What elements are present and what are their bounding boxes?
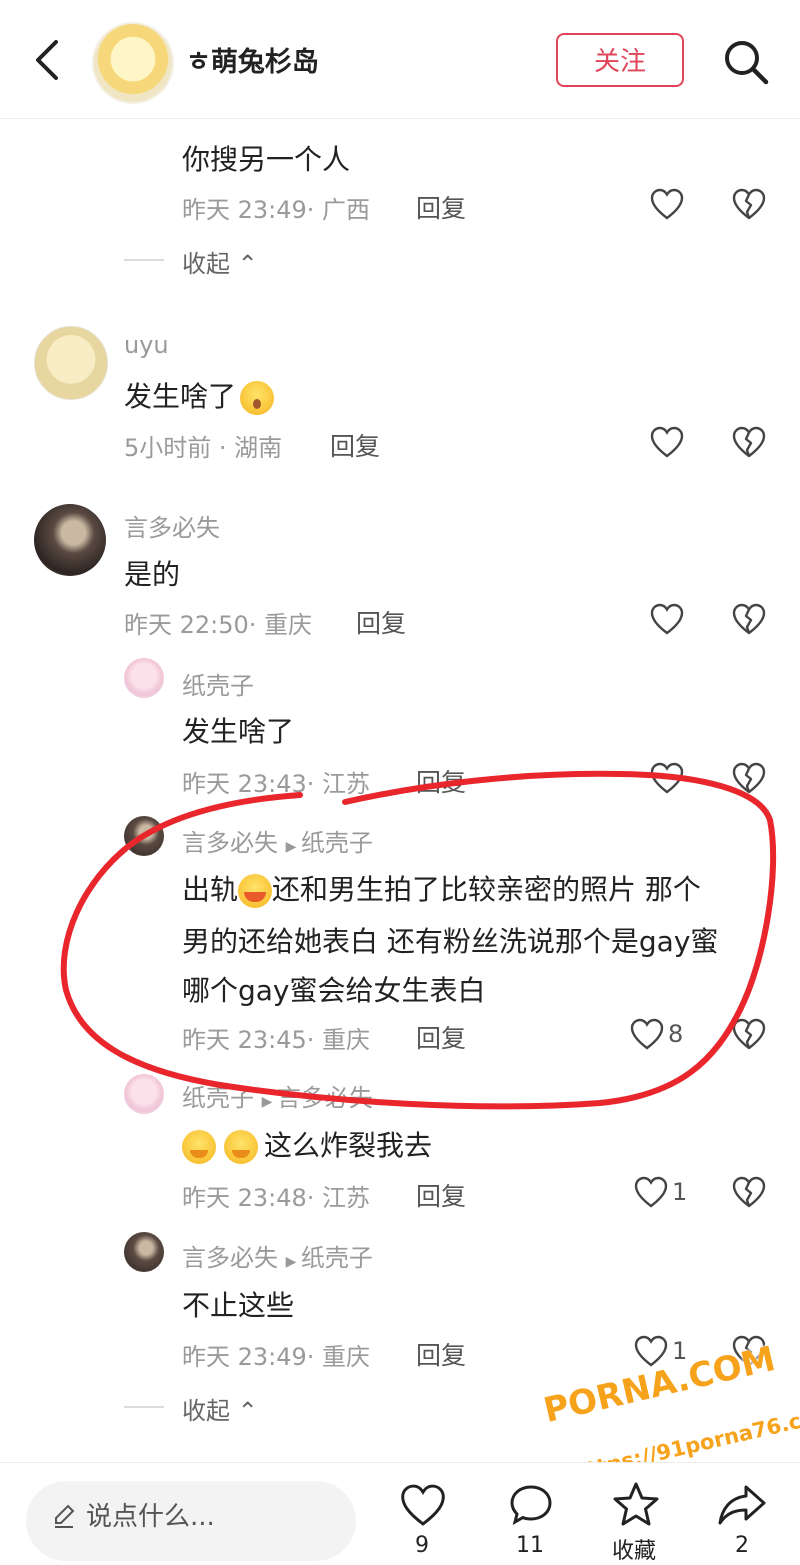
reply-header: 纸壳子 ▶ 言多必失 <box>182 1078 373 1113</box>
comment-username[interactable]: 纸壳子 <box>182 1084 254 1112</box>
search-icon[interactable] <box>722 38 770 86</box>
comment-text: 是的 <box>124 558 181 591</box>
reply-header: 言多必失 ▶ 纸壳子 <box>182 1238 373 1273</box>
collapse-button[interactable]: 收起 ⌃ <box>182 244 258 279</box>
comment-text: 发生啥了 <box>182 715 295 748</box>
sweat-emoji-icon <box>238 874 273 908</box>
divider <box>124 1406 164 1408</box>
author-name[interactable]: ㅎ萌兔杉岛 <box>186 40 319 79</box>
back-icon[interactable] <box>30 38 70 82</box>
share-icon[interactable] <box>716 1483 768 1531</box>
comment-username[interactable]: uyu <box>124 331 169 359</box>
user-avatar[interactable] <box>124 658 164 698</box>
chevron-up-icon: ⌃ <box>237 250 258 278</box>
reply-button[interactable]: 回复 <box>416 1177 466 1213</box>
reply-arrow-icon: ▶ <box>285 839 301 855</box>
dislike-icon[interactable] <box>732 188 766 220</box>
user-avatar[interactable] <box>124 1232 164 1272</box>
comment-text-line: 哪个gay蜜会给女生表白 <box>182 974 486 1007</box>
reply-button[interactable]: 回复 <box>416 1019 466 1055</box>
dislike-icon[interactable] <box>732 426 766 458</box>
comment-meta: 昨天 23:43· 江苏 <box>182 770 371 798</box>
like-icon[interactable] <box>630 1018 664 1050</box>
follow-button[interactable]: 关注 <box>556 33 684 87</box>
author-avatar[interactable] <box>92 22 174 104</box>
comment-text-line: 男的还给她表白 还有粉丝洗说那个是gay蜜 <box>182 925 719 958</box>
reply-arrow-icon: ▶ <box>261 1094 277 1110</box>
reply-to-username[interactable]: 纸壳子 <box>301 1244 373 1272</box>
comment-username[interactable]: 言多必失 <box>124 508 220 543</box>
divider <box>124 259 164 261</box>
reply-arrow-icon: ▶ <box>285 1254 301 1270</box>
reply-button[interactable]: 回复 <box>416 189 466 225</box>
reply-button[interactable]: 回复 <box>416 763 466 799</box>
pencil-icon <box>52 1503 76 1533</box>
like-icon[interactable] <box>400 1483 446 1531</box>
reply-button[interactable]: 回复 <box>416 1336 466 1372</box>
comment-input-placeholder[interactable]: 说点什么... <box>86 1496 215 1533</box>
comment-icon[interactable] <box>508 1483 554 1531</box>
comment-meta: 昨天 23:49· 广西 <box>182 196 371 224</box>
crying-emoji-icon <box>182 1130 216 1164</box>
reply-header: 言多必失 ▶ 纸壳子 <box>182 823 373 858</box>
star-icon[interactable] <box>612 1481 660 1531</box>
comment-meta: 昨天 23:45· 重庆 <box>182 1026 371 1054</box>
reply-button[interactable]: 回复 <box>356 604 406 640</box>
comment-username[interactable]: 言多必失 <box>182 1244 278 1272</box>
collapse-button[interactable]: 收起 ⌃ <box>182 1391 258 1426</box>
comment-text: 这么炸裂我去 <box>182 1124 432 1164</box>
comment-text: 你搜另一个人 <box>182 143 351 176</box>
like-icon[interactable] <box>650 188 684 220</box>
shocked-emoji-icon <box>240 381 275 415</box>
top-navbar: ㅎ萌兔杉岛 关注 <box>0 0 800 119</box>
comment-text: 不止这些 <box>182 1289 295 1322</box>
user-avatar[interactable] <box>34 326 108 400</box>
reply-to-username[interactable]: 言多必失 <box>277 1084 373 1112</box>
user-avatar[interactable] <box>124 1074 164 1114</box>
like-icon[interactable] <box>634 1335 668 1367</box>
reply-button[interactable]: 回复 <box>330 427 380 463</box>
user-avatar[interactable] <box>124 816 164 856</box>
comment-username[interactable]: 纸壳子 <box>182 666 254 701</box>
comment-meta: 昨天 22:50· 重庆 <box>124 611 313 639</box>
bottom-action-bar: 说点什么... 9 11 收藏 2 <box>0 1462 800 1564</box>
like-count: 1 <box>672 1178 688 1206</box>
comment-meta: 5小时前 · 湖南 <box>124 434 283 462</box>
like-icon[interactable] <box>634 1176 668 1208</box>
comment-meta: 昨天 23:49· 重庆 <box>182 1343 371 1371</box>
collect-label[interactable]: 收藏 <box>612 1533 656 1565</box>
like-icon[interactable] <box>650 762 684 794</box>
crying-emoji-icon <box>224 1130 258 1164</box>
comment-username[interactable]: 言多必失 <box>182 829 278 857</box>
like-count: 8 <box>668 1020 684 1048</box>
user-avatar[interactable] <box>34 504 106 576</box>
dislike-icon[interactable] <box>732 1176 766 1208</box>
dislike-icon[interactable] <box>732 603 766 635</box>
reply-to-username[interactable]: 纸壳子 <box>301 829 373 857</box>
comment-meta: 昨天 23:48· 江苏 <box>182 1184 371 1212</box>
like-icon[interactable] <box>650 426 684 458</box>
comment-text-line: 出轨 还和男生拍了比较亲密的照片 那个 <box>182 873 701 908</box>
dislike-icon[interactable] <box>732 762 766 794</box>
chevron-up-icon: ⌃ <box>237 1397 258 1425</box>
like-icon[interactable] <box>650 603 684 635</box>
dislike-icon[interactable] <box>732 1018 766 1050</box>
comment-text: 发生啥了 <box>124 375 275 415</box>
